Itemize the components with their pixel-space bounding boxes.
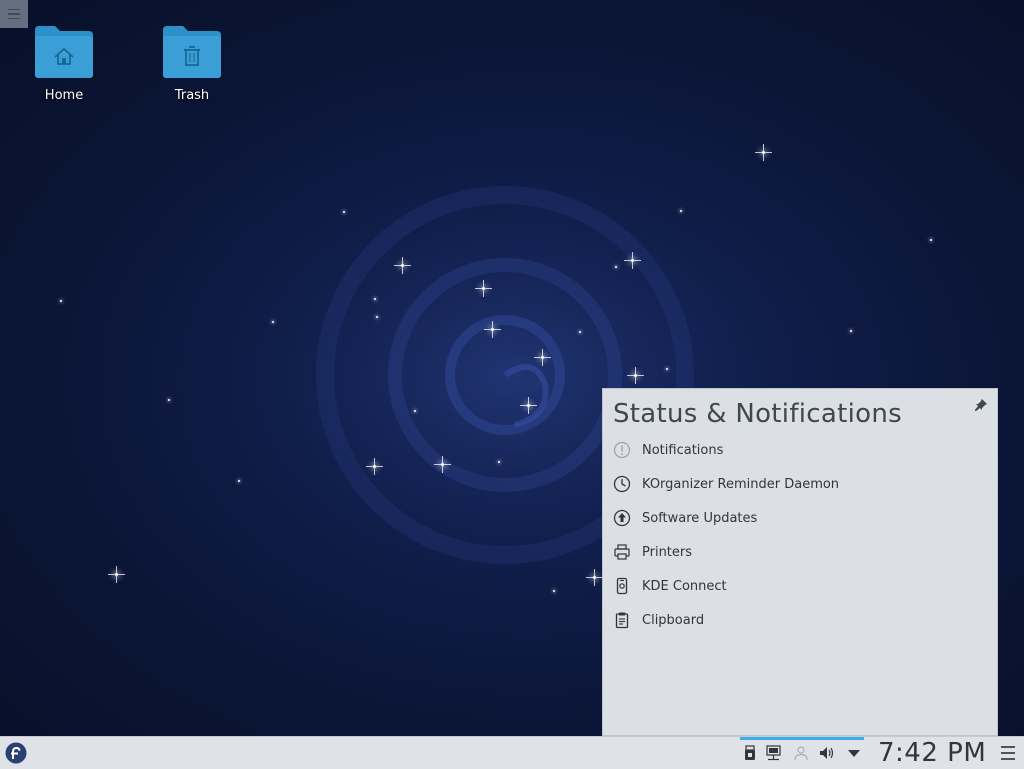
star bbox=[615, 266, 617, 268]
system-tray bbox=[740, 737, 864, 769]
star bbox=[553, 590, 555, 592]
desktop-icon-label: Home bbox=[44, 88, 84, 103]
star bbox=[272, 321, 274, 323]
tray-active-indicator bbox=[740, 737, 864, 740]
pin-icon[interactable] bbox=[972, 396, 990, 418]
star bbox=[680, 210, 682, 212]
star bbox=[414, 410, 416, 412]
network-icon[interactable] bbox=[766, 745, 782, 761]
star bbox=[534, 349, 551, 366]
star bbox=[850, 330, 852, 332]
star bbox=[60, 300, 62, 302]
star bbox=[520, 397, 537, 414]
star bbox=[586, 569, 603, 586]
star bbox=[930, 239, 932, 241]
star bbox=[168, 399, 170, 401]
status-item-label: KDE Connect bbox=[642, 578, 727, 594]
menu-line bbox=[1001, 752, 1015, 754]
trash-folder-icon bbox=[163, 26, 221, 78]
star bbox=[579, 331, 581, 333]
star bbox=[343, 211, 345, 213]
volume-icon[interactable] bbox=[819, 745, 835, 761]
star bbox=[108, 566, 125, 583]
notifications-icon bbox=[613, 441, 631, 459]
desktop-toolbox-button[interactable] bbox=[0, 0, 28, 28]
status-item-korganizer[interactable]: KOrganizer Reminder Daemon bbox=[610, 470, 990, 498]
status-item-kde-connect[interactable]: KDE Connect bbox=[610, 572, 990, 600]
star bbox=[366, 458, 383, 475]
status-item-printers[interactable]: Printers bbox=[610, 538, 990, 566]
popup-title: Status & Notifications bbox=[613, 399, 902, 429]
star bbox=[755, 144, 772, 161]
fedora-launcher-icon[interactable] bbox=[5, 742, 27, 764]
star bbox=[484, 321, 501, 338]
software-updates-icon bbox=[613, 509, 631, 527]
clipboard-icon bbox=[615, 612, 629, 629]
menu-line bbox=[1001, 758, 1015, 760]
star bbox=[394, 257, 411, 274]
menu-line bbox=[8, 17, 20, 20]
expand-arrow-icon[interactable] bbox=[846, 745, 862, 761]
star bbox=[434, 456, 451, 473]
star bbox=[627, 367, 644, 384]
status-item-notifications[interactable]: Notifications bbox=[610, 436, 990, 464]
status-item-software-updates[interactable]: Software Updates bbox=[610, 504, 990, 532]
status-item-label: Printers bbox=[642, 544, 693, 560]
menu-line bbox=[8, 8, 20, 11]
status-item-label: Clipboard bbox=[642, 612, 705, 628]
taskbar-panel: 7:42 PM bbox=[0, 736, 1024, 769]
digital-clock[interactable]: 7:42 PM bbox=[878, 738, 986, 768]
menu-line bbox=[1001, 746, 1015, 748]
star bbox=[475, 280, 492, 297]
printer-icon bbox=[614, 544, 630, 560]
clock-icon bbox=[613, 475, 631, 493]
kde-connect-icon bbox=[616, 577, 628, 595]
status-item-clipboard[interactable]: Clipboard bbox=[610, 606, 990, 634]
desktop-icon-label: Trash bbox=[174, 88, 210, 103]
star bbox=[376, 316, 378, 318]
status-item-label: Notifications bbox=[642, 442, 724, 458]
menu-line bbox=[8, 13, 20, 15]
usb-device-icon[interactable] bbox=[742, 745, 758, 761]
status-item-label: KOrganizer Reminder Daemon bbox=[642, 476, 840, 492]
panel-options-icon[interactable] bbox=[1001, 746, 1015, 760]
home-folder-icon bbox=[35, 26, 93, 78]
star bbox=[498, 461, 500, 463]
desktop-icon-home[interactable]: Home bbox=[16, 26, 112, 103]
star bbox=[624, 252, 641, 269]
star bbox=[374, 298, 376, 300]
star bbox=[238, 480, 240, 482]
desktop-icon-trash[interactable]: Trash bbox=[144, 26, 240, 103]
status-item-label: Software Updates bbox=[642, 510, 758, 526]
user-icon[interactable] bbox=[793, 745, 809, 761]
star bbox=[666, 368, 668, 370]
